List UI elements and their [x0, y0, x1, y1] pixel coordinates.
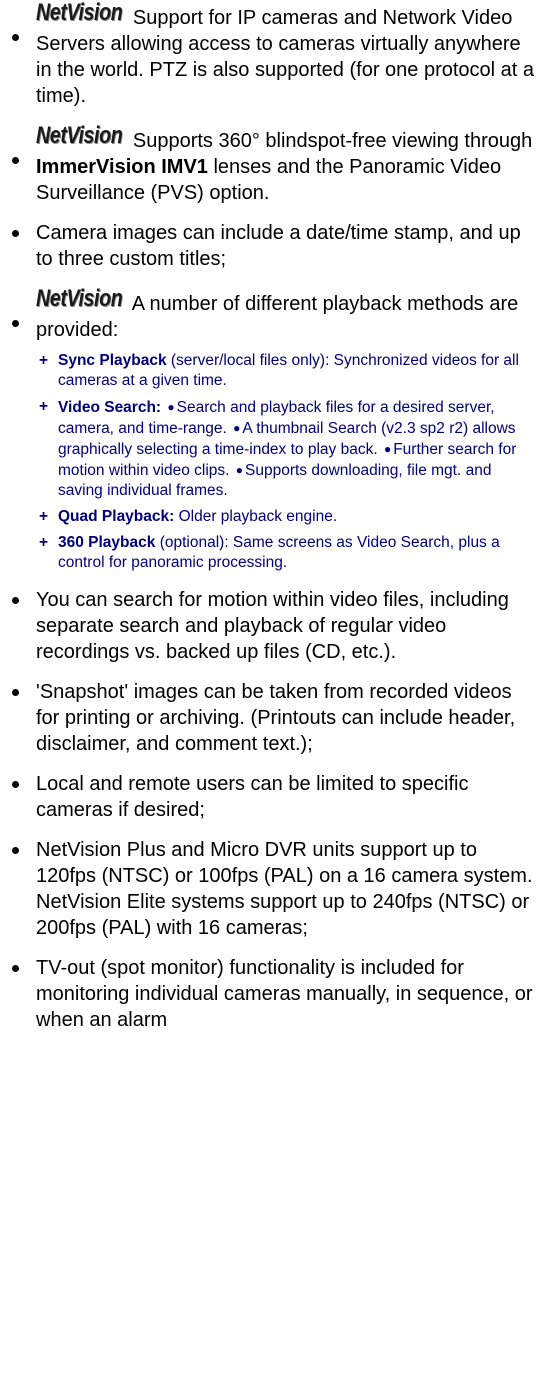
- netvision-logo: NetVision: [36, 0, 123, 26]
- bullet-icon: ●: [233, 421, 241, 435]
- sublist-item-sync-playback: Sync Playback (server/local files only):…: [36, 351, 539, 391]
- list-item-360-viewing: NetVision Supports 360° blindspot-free v…: [0, 123, 545, 206]
- item-text: Camera images can include a date/time st…: [36, 222, 521, 270]
- sub-title: Sync Playback: [58, 352, 167, 369]
- sublist-item-quad-playback: Quad Playback: Older playback engine.: [36, 507, 539, 527]
- bullet-icon: ●: [383, 442, 392, 456]
- item-text: NetVision Plus and Micro DVR units suppo…: [36, 839, 533, 939]
- list-item-motion-search: You can search for motion within video f…: [0, 587, 545, 665]
- list-item-tv-out: TV-out (spot monitor) functionality is i…: [0, 955, 545, 1033]
- list-item-date-stamp: Camera images can include a date/time st…: [0, 220, 545, 272]
- sub-title: Video Search:: [58, 399, 162, 416]
- list-item-ip-cameras: NetVision Support for IP cameras and Net…: [0, 0, 545, 109]
- bullet-icon: ●: [235, 463, 244, 477]
- sublist-item-360-playback: 360 Playback (optional): Same screens as…: [36, 533, 539, 573]
- list-item-frame-rates: NetVision Plus and Micro DVR units suppo…: [0, 837, 545, 941]
- sub-title: Quad Playback:: [58, 508, 175, 525]
- feature-list: NetVision Support for IP cameras and Net…: [0, 0, 545, 1033]
- list-item-playback-methods: NetVision A number of different playback…: [0, 286, 545, 573]
- list-item-snapshot: 'Snapshot' images can be taken from reco…: [0, 679, 545, 757]
- bullet-icon: ●: [167, 400, 175, 414]
- list-item-user-limits: Local and remote users can be limited to…: [0, 771, 545, 823]
- sub-text: Older playback engine.: [174, 508, 338, 525]
- item-text: Supports 360° blindspot-free viewing thr…: [132, 130, 533, 152]
- netvision-logo: NetVision: [36, 122, 123, 149]
- item-text: Local and remote users can be limited to…: [36, 773, 469, 821]
- sublist-item-video-search: Video Search: ●Search and playback files…: [36, 397, 539, 501]
- lens-name: ImmerVision IMV1: [36, 156, 208, 178]
- feature-document: NetVision Support for IP cameras and Net…: [0, 0, 545, 1047]
- item-text: You can search for motion within video f…: [36, 589, 509, 663]
- netvision-logo: NetVision: [36, 285, 123, 312]
- sub-title: 360 Playback: [58, 534, 156, 551]
- item-text: TV-out (spot monitor) functionality is i…: [36, 957, 533, 1031]
- item-text: 'Snapshot' images can be taken from reco…: [36, 681, 516, 755]
- playback-sublist: Sync Playback (server/local files only):…: [36, 351, 539, 573]
